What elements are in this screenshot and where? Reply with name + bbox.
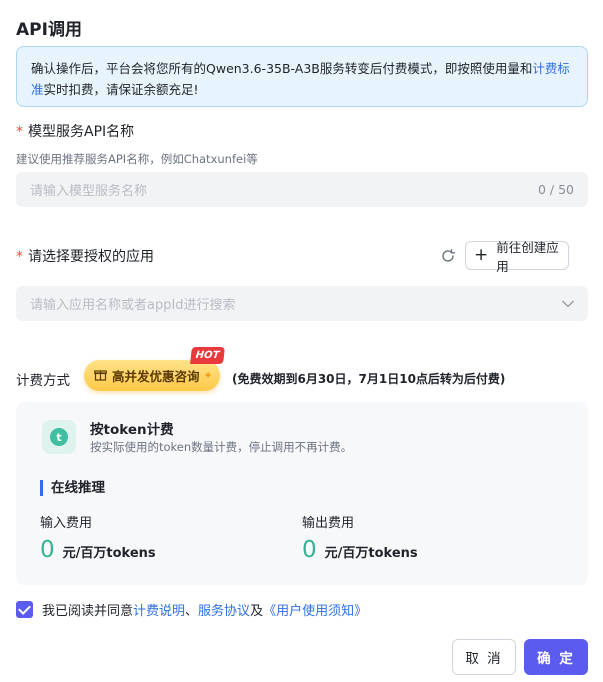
service-name-label: * 模型服务API名称 bbox=[16, 121, 134, 141]
output-fee-number: 0 bbox=[302, 537, 317, 563]
agreement-prefix: 我已阅读并同意 bbox=[42, 604, 134, 619]
dialog-title: API调用 bbox=[16, 20, 82, 40]
input-fee-value: 0 元/百万tokens bbox=[40, 537, 156, 563]
billing-terms-link[interactable]: 计费说明 bbox=[133, 600, 185, 619]
agreement-sep2: 及 bbox=[250, 604, 264, 619]
input-fee-unit: 元/百万tokens bbox=[62, 546, 156, 561]
promo-label: 高并发优惠咨询 bbox=[112, 369, 200, 384]
app-search-placeholder: 请输入应用名称或者appId进行搜索 bbox=[30, 298, 236, 313]
free-period-note: (免费效期到6月30日，7月1日10点后转为后付费) bbox=[232, 372, 506, 386]
required-mark: * bbox=[16, 124, 23, 140]
service-name-placeholder: 请输入模型服务名称 bbox=[30, 184, 148, 199]
output-fee-value: 0 元/百万tokens bbox=[302, 537, 418, 563]
agreement-checkbox[interactable] bbox=[16, 601, 33, 618]
output-fee-unit: 元/百万tokens bbox=[324, 546, 418, 561]
user-notice-link[interactable]: 《用户使用须知》 bbox=[263, 600, 367, 619]
app-select-label-text: 请选择要授权的应用 bbox=[28, 249, 154, 265]
cancel-button[interactable]: 取 消 bbox=[452, 639, 516, 675]
refresh-icon[interactable] bbox=[440, 248, 456, 264]
notice-text-before: 确认操作后，平台会将您所有的Qwen3.6-35B-A3B服务转变后付费模式，即… bbox=[31, 61, 533, 76]
sparkle-icon: ✦ bbox=[203, 369, 213, 382]
token-icon: t bbox=[42, 420, 76, 454]
plus-icon: + bbox=[474, 245, 489, 265]
service-name-label-text: 模型服务API名称 bbox=[28, 124, 135, 140]
create-app-button[interactable]: + 前往创建应用 bbox=[465, 240, 569, 274]
billing-method-label: 计费方式 bbox=[16, 373, 70, 389]
token-billing-desc: 按实际使用的token数量计费，停止调用不再计费。 bbox=[90, 440, 353, 454]
token-billing-title: 按token计费 bbox=[90, 422, 174, 438]
agreement-sep1: 、 bbox=[185, 604, 199, 619]
app-select-label: * 请选择要授权的应用 bbox=[16, 246, 154, 266]
create-app-label: 前往创建应用 bbox=[496, 239, 559, 274]
agreement-row: 我已阅读并同意 计费说明、服务协议及《用户使用须知》 bbox=[16, 600, 367, 619]
input-fee-number: 0 bbox=[40, 537, 55, 563]
notice-text-after: 实时扣费，请保证余额充足! bbox=[43, 82, 199, 97]
input-fee-label: 输入费用 bbox=[40, 516, 93, 531]
service-name-hint: 建议使用推荐服务API名称，例如Chatxunfei等 bbox=[16, 152, 258, 166]
promo-consult-button[interactable]: 高并发优惠咨询 ✦ bbox=[84, 360, 220, 391]
billing-notice: 确认操作后，平台会将您所有的Qwen3.6-35B-A3B服务转变后付费模式，即… bbox=[16, 46, 588, 107]
char-counter: 0 / 50 bbox=[537, 182, 574, 197]
output-fee-label: 输出费用 bbox=[302, 516, 355, 531]
hot-badge: HOT bbox=[190, 347, 225, 364]
online-inference-heading: 在线推理 bbox=[40, 480, 105, 496]
service-name-input[interactable]: 请输入模型服务名称 0 / 50 bbox=[16, 172, 588, 207]
required-mark: * bbox=[16, 249, 23, 265]
service-agreement-link[interactable]: 服务协议 bbox=[198, 600, 250, 619]
gift-icon bbox=[94, 368, 107, 384]
app-search-select[interactable]: 请输入应用名称或者appId进行搜索 bbox=[16, 286, 588, 321]
chevron-down-icon bbox=[562, 296, 574, 312]
confirm-button[interactable]: 确 定 bbox=[524, 639, 588, 675]
